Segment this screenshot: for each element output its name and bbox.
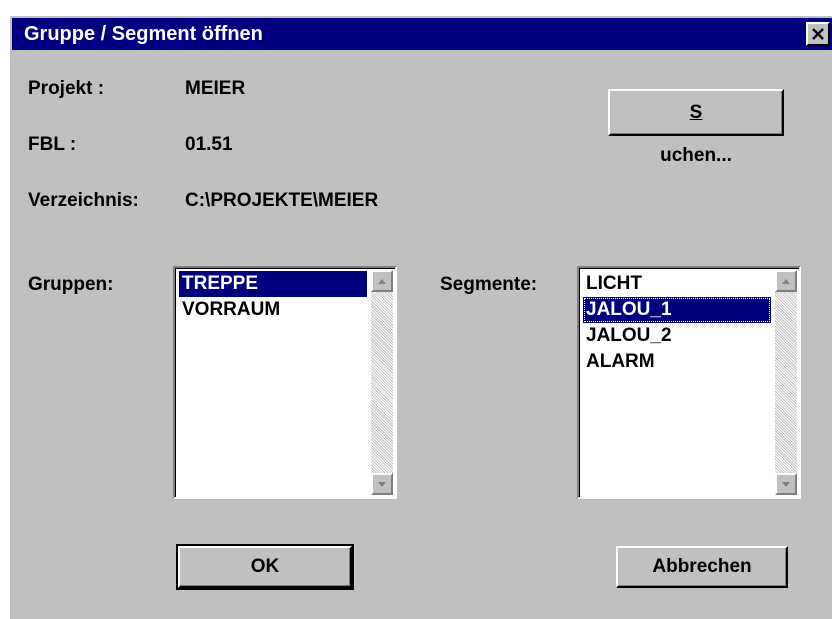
groups-list-item[interactable]: TREPPE bbox=[179, 271, 367, 297]
segments-list: LICHT JALOU_1 JALOU_2 ALARM bbox=[583, 271, 771, 375]
fbl-value: 01.51 bbox=[185, 134, 233, 155]
segments-scrollbar[interactable] bbox=[775, 270, 797, 495]
segments-list-item[interactable]: LICHT bbox=[583, 271, 771, 297]
groups-list: TREPPE VORRAUM bbox=[179, 271, 367, 323]
open-group-segment-dialog: Gruppe / Segment öffnen Projekt : MEIER … bbox=[8, 14, 832, 619]
segments-list-item[interactable]: ALARM bbox=[583, 349, 771, 375]
groups-scrollbar[interactable] bbox=[371, 270, 393, 495]
window-title: Gruppe / Segment öffnen bbox=[24, 23, 263, 45]
arrow-up-icon bbox=[782, 279, 790, 284]
project-label: Projekt : bbox=[28, 78, 105, 99]
ok-button-label: OK bbox=[250, 556, 280, 577]
directory-value: C:\PROJEKTE\MEIER bbox=[185, 190, 379, 211]
search-label-rest: uchen... bbox=[660, 145, 732, 166]
project-value: MEIER bbox=[185, 78, 246, 99]
directory-label: Verzeichnis: bbox=[28, 190, 139, 211]
segments-list-item[interactable]: JALOU_2 bbox=[583, 323, 771, 349]
search-mnemonic: S bbox=[689, 102, 703, 123]
close-icon bbox=[812, 28, 824, 40]
segments-scroll-down-button[interactable] bbox=[775, 473, 797, 495]
groups-listbox[interactable]: TREPPE VORRAUM bbox=[173, 266, 397, 499]
groups-scroll-down-button[interactable] bbox=[371, 473, 393, 495]
cancel-button-label: Abbrechen bbox=[652, 556, 752, 577]
groups-label: Gruppen: bbox=[28, 274, 114, 295]
segments-listbox[interactable]: LICHT JALOU_1 JALOU_2 ALARM bbox=[577, 266, 801, 499]
segments-list-item[interactable]: JALOU_1 bbox=[583, 297, 771, 323]
arrow-down-icon bbox=[378, 482, 386, 487]
fbl-label: FBL : bbox=[28, 134, 77, 155]
title-bar[interactable]: Gruppe / Segment öffnen bbox=[12, 18, 832, 50]
segments-scroll-up-button[interactable] bbox=[775, 270, 797, 292]
ok-button[interactable]: OK bbox=[176, 544, 354, 590]
close-button[interactable] bbox=[806, 22, 830, 46]
search-button-label: Suchen... bbox=[610, 91, 782, 177]
groups-list-item[interactable]: VORRAUM bbox=[179, 297, 367, 323]
search-button[interactable]: Suchen... bbox=[608, 89, 784, 166]
arrow-up-icon bbox=[378, 279, 386, 284]
cancel-button[interactable]: Abbrechen bbox=[616, 546, 788, 588]
arrow-down-icon bbox=[782, 482, 790, 487]
groups-scroll-up-button[interactable] bbox=[371, 270, 393, 292]
segments-label: Segmente: bbox=[440, 274, 538, 295]
